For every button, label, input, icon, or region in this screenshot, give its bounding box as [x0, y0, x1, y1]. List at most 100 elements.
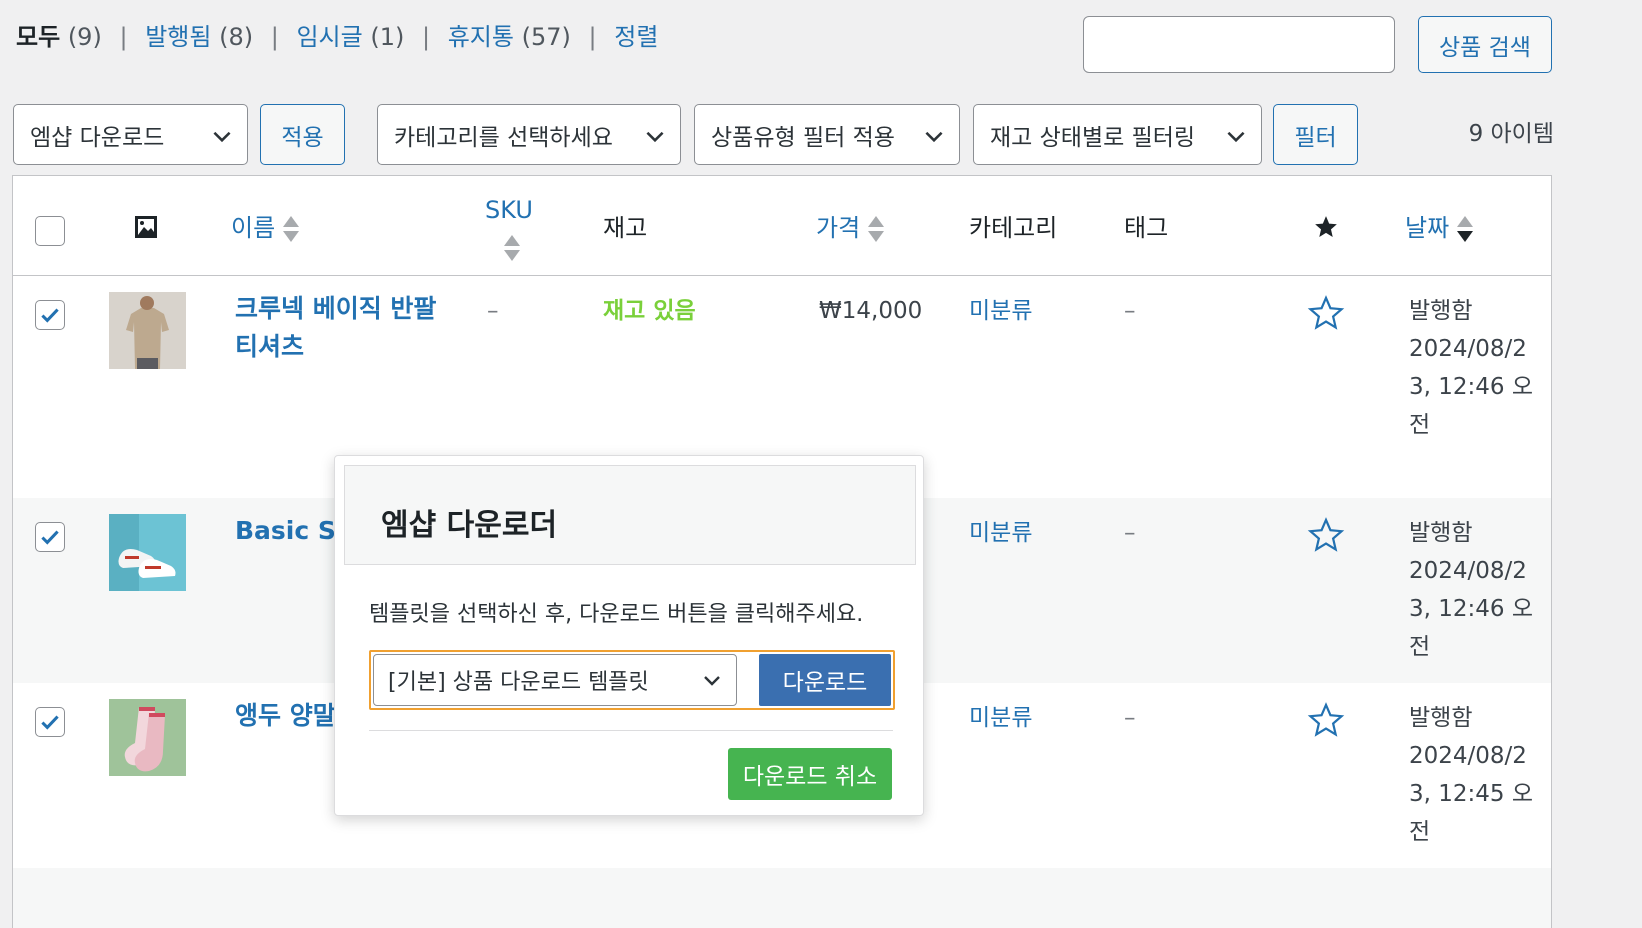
sku-value: – — [487, 298, 499, 324]
select-all-checkbox[interactable] — [35, 216, 65, 246]
featured-star-icon[interactable] — [1313, 214, 1339, 240]
table-header: 이름 SKU 재고 가격 카테고리 태그 날짜 — [13, 176, 1551, 276]
chevron-down-icon — [1227, 131, 1245, 143]
status-published-link[interactable]: 발행됨 — [145, 23, 211, 51]
featured-star-outline-icon[interactable] — [1307, 516, 1345, 554]
column-header-price-label: 가격 — [816, 214, 861, 242]
sort-icon — [283, 214, 300, 244]
items-count: 9 아이템 — [1468, 121, 1554, 147]
column-header-date-label: 날짜 — [1405, 214, 1450, 242]
table-row — [13, 868, 1551, 928]
date-line: 2024/08/2 — [1409, 336, 1527, 362]
column-header-date[interactable]: 날짜 — [1405, 208, 1474, 244]
checkmark-icon — [41, 530, 59, 545]
chevron-down-icon — [646, 131, 664, 143]
category-link[interactable]: 미분류 — [969, 699, 1032, 737]
tags-value: – — [1124, 298, 1136, 324]
bulk-action-select[interactable]: 엠샵 다운로드 — [13, 104, 248, 165]
status-draft-link[interactable]: 임시글 — [296, 23, 362, 51]
status-filter-links: 모두 (9) | 발행됨 (8) | 임시글 (1) | 휴지통 (57) | … — [16, 20, 658, 54]
image-icon — [135, 216, 157, 238]
status-trash-count: (57) — [521, 23, 571, 51]
price-value: ₩14,000 — [819, 298, 923, 324]
column-header-name[interactable]: 이름 — [231, 208, 300, 244]
date-status: 발행함 — [1409, 298, 1473, 324]
column-header-name-label: 이름 — [231, 214, 276, 242]
date-line: 3, 12:45 오 — [1409, 781, 1534, 807]
template-focus-outline: [기본] 상품 다운로드 템플릿 다운로드 — [369, 650, 895, 710]
date-line: 전 — [1409, 634, 1431, 660]
stock-status-filter-select[interactable]: 재고 상태별로 필터링 — [973, 104, 1262, 165]
filter-button[interactable]: 필터 — [1273, 104, 1358, 165]
cancel-download-button[interactable]: 다운로드 취소 — [728, 748, 892, 800]
tags-value: – — [1124, 520, 1136, 546]
chevron-down-icon — [925, 131, 943, 143]
date-cell: 발행함 2024/08/2 3, 12:46 오 전 — [1409, 514, 1539, 666]
product-thumbnail-socks[interactable] — [109, 699, 186, 776]
modal-title: 엠샵 다운로더 — [381, 508, 558, 543]
sort-icon — [868, 214, 885, 244]
date-cell: 발행함 2024/08/2 3, 12:46 오 전 — [1409, 292, 1539, 444]
column-header-sku[interactable]: SKU — [485, 196, 533, 224]
status-all-link[interactable]: 모두 — [16, 23, 60, 51]
column-header-tags: 태그 — [1124, 214, 1169, 242]
date-line: 3, 12:46 오 — [1409, 596, 1534, 622]
date-line: 2024/08/2 — [1409, 743, 1527, 769]
tags-value: – — [1124, 705, 1136, 731]
featured-star-outline-icon[interactable] — [1307, 294, 1345, 332]
column-header-sku-label: SKU — [485, 196, 533, 224]
row-checkbox[interactable] — [35, 300, 65, 330]
column-header-category: 카테고리 — [969, 214, 1058, 242]
chevron-down-icon — [213, 131, 231, 143]
modal-header: 엠샵 다운로더 — [344, 465, 916, 565]
category-filter-value: 카테고리를 선택하세요 — [394, 124, 613, 151]
featured-star-outline-icon[interactable] — [1307, 701, 1345, 739]
row-checkbox[interactable] — [35, 522, 65, 552]
category-link[interactable]: 미분류 — [969, 292, 1032, 330]
divider — [369, 730, 893, 731]
sort-icon — [504, 233, 520, 263]
date-line: 전 — [1409, 819, 1431, 845]
chevron-down-icon — [704, 676, 720, 686]
date-line: 3, 12:46 오 — [1409, 374, 1534, 400]
status-all-count: (9) — [67, 23, 102, 51]
date-line: 2024/08/2 — [1409, 558, 1527, 584]
stock-status-filter-value: 재고 상태별로 필터링 — [990, 124, 1196, 151]
separator: | — [270, 23, 279, 51]
product-name-line: 크루넥 베이직 반팔 — [235, 294, 437, 323]
separator: | — [421, 23, 431, 51]
checkmark-icon — [41, 308, 59, 323]
download-button[interactable]: 다운로드 — [759, 654, 891, 706]
separator: | — [119, 23, 128, 51]
sort-desc-icon — [1457, 214, 1474, 244]
category-filter-select[interactable]: 카테고리를 선택하세요 — [377, 104, 681, 165]
apply-button[interactable]: 적용 — [260, 104, 345, 165]
sort-link[interactable]: 정렬 — [614, 23, 658, 51]
product-type-filter-select[interactable]: 상품유형 필터 적용 — [694, 104, 960, 165]
status-trash-link[interactable]: 휴지통 — [448, 23, 514, 51]
product-type-filter-value: 상품유형 필터 적용 — [711, 124, 895, 151]
search-products-button[interactable]: 상품 검색 — [1418, 16, 1552, 73]
bulk-action-value: 엠샵 다운로드 — [30, 124, 165, 151]
date-status: 발행함 — [1409, 705, 1473, 731]
row-checkbox[interactable] — [35, 707, 65, 737]
date-status: 발행함 — [1409, 520, 1473, 546]
column-header-stock: 재고 — [603, 214, 648, 242]
status-draft-count: (1) — [370, 23, 405, 51]
separator: | — [588, 23, 597, 51]
product-name-link[interactable]: 크루넥 베이직 반팔 티셔츠 — [235, 290, 465, 366]
modal-description: 템플릿을 선택하신 후, 다운로드 버튼을 클릭해주세요. — [369, 602, 864, 627]
template-select[interactable]: [기본] 상품 다운로드 템플릿 — [373, 654, 737, 706]
date-cell: 발행함 2024/08/2 3, 12:45 오 전 — [1409, 699, 1539, 851]
date-line: 전 — [1409, 412, 1431, 438]
category-link[interactable]: 미분류 — [969, 514, 1032, 552]
product-name-line: 티셔츠 — [235, 332, 305, 361]
stock-status: 재고 있음 — [603, 298, 696, 324]
product-search-input[interactable] — [1083, 16, 1395, 73]
product-thumbnail-tshirt[interactable] — [109, 292, 186, 369]
checkmark-icon — [41, 715, 59, 730]
product-thumbnail-shoes[interactable] — [109, 514, 186, 591]
column-header-price[interactable]: 가격 — [816, 208, 885, 244]
status-published-count: (8) — [219, 23, 254, 51]
downloader-modal: 엠샵 다운로더 템플릿을 선택하신 후, 다운로드 버튼을 클릭해주세요. [기… — [334, 455, 924, 816]
